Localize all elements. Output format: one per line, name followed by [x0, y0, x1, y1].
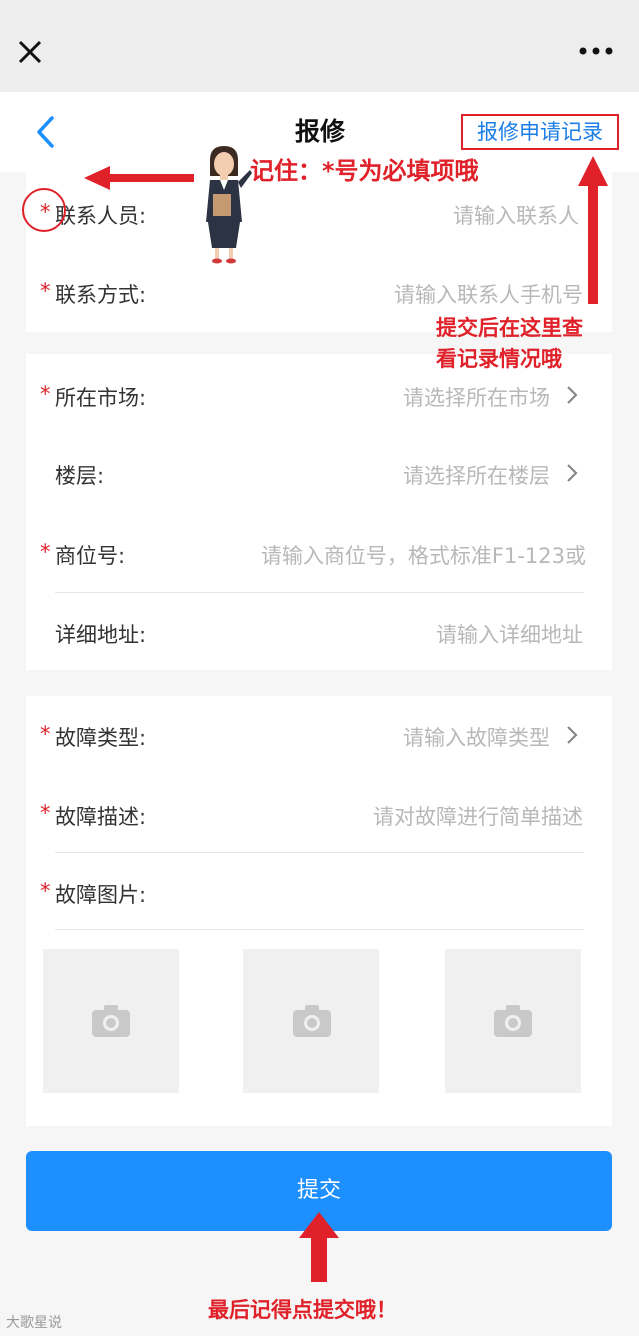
- market-select[interactable]: 请选择所在市场: [403, 382, 550, 412]
- more-icon[interactable]: [578, 44, 614, 58]
- arrow-up-icon: [299, 1212, 339, 1282]
- market-label: 所在市场:: [55, 386, 147, 410]
- close-icon[interactable]: [14, 36, 46, 68]
- contact-person-label: 联系人员:: [55, 204, 147, 228]
- required-star: *: [40, 879, 51, 903]
- required-star: *: [40, 722, 51, 746]
- floor-label: 楼层:: [55, 464, 105, 488]
- address-label: 详细地址:: [55, 623, 147, 647]
- page-title: 报修: [294, 117, 345, 146]
- required-star: *: [40, 801, 51, 825]
- contact-person-input[interactable]: 请输入联系人: [453, 200, 579, 230]
- chevron-right-icon: [567, 464, 578, 482]
- chevron-right-icon: [567, 726, 578, 744]
- records-annotation: 提交后在这里查 看记录情况哦: [436, 316, 583, 371]
- wechat-top-bar: [0, 0, 639, 92]
- fault-photo-label: 故障图片:: [55, 883, 147, 907]
- chevron-right-icon: [567, 386, 578, 404]
- divider: [55, 592, 584, 593]
- woman-guide-illustration: [206, 146, 252, 264]
- contact-phone-input[interactable]: 请输入联系人手机号: [394, 279, 583, 309]
- fault-type-label: 故障类型:: [55, 726, 147, 750]
- arrow-left-icon: [84, 166, 194, 190]
- fault-description-input[interactable]: 请对故障进行简单描述: [373, 801, 583, 831]
- repair-record-link[interactable]: 报修申请记录: [461, 114, 619, 150]
- stall-number-input[interactable]: 请输入商位号，格式标准F1-123或: [261, 540, 586, 570]
- divider: [55, 929, 584, 930]
- camera-icon: [293, 1005, 331, 1037]
- required-star: *: [40, 382, 51, 406]
- stall-number-label: 商位号:: [55, 544, 126, 568]
- submit-annotation: 最后记得点提交哦！: [208, 1298, 397, 1322]
- camera-icon: [494, 1005, 532, 1037]
- camera-icon: [92, 1005, 130, 1037]
- contact-phone-label: 联系方式:: [55, 283, 147, 307]
- watermark: 大歌星说: [6, 1315, 62, 1331]
- fault-type-select[interactable]: 请输入故障类型: [403, 722, 550, 752]
- back-arrow-icon[interactable]: [32, 114, 60, 150]
- floor-select[interactable]: 请选择所在楼层: [403, 460, 550, 490]
- address-input[interactable]: 请输入详细地址: [436, 619, 583, 649]
- required-star: *: [40, 540, 51, 564]
- required-star: *: [40, 279, 51, 303]
- required-highlight-circle: [22, 188, 66, 232]
- required-annotation: 记住：*号为必填项哦: [250, 157, 479, 185]
- divider: [55, 852, 584, 853]
- arrow-up-icon: [578, 156, 608, 304]
- fault-description-label: 故障描述:: [55, 805, 147, 829]
